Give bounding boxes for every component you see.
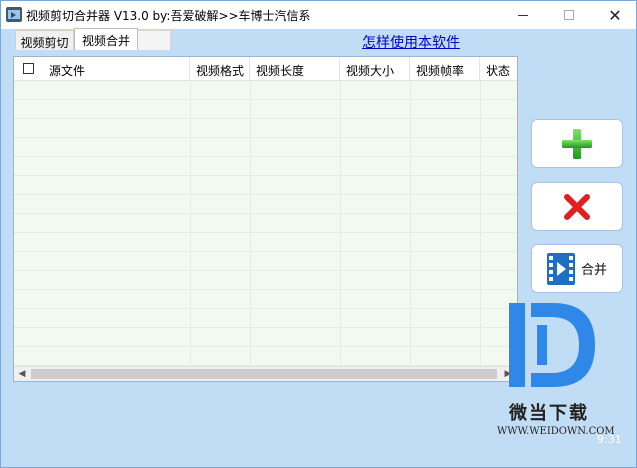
tab-video-cut[interactable]: 视频剪切 [15, 30, 74, 50]
maximize-button[interactable] [546, 1, 592, 29]
scroll-thumb[interactable] [31, 369, 497, 379]
minimize-button[interactable] [500, 1, 546, 29]
tab-strip-filler [138, 30, 171, 50]
close-button[interactable]: ✕ [592, 1, 637, 29]
film-icon [546, 252, 575, 285]
list-body[interactable] [14, 81, 517, 366]
column-header-format[interactable]: 视频格式 [190, 57, 250, 81]
scroll-left-icon[interactable]: ◀ [14, 367, 30, 381]
watermark-name: 微当下载 [509, 403, 589, 424]
watermark-corner-text: 9:31 [597, 433, 622, 446]
app-logo-icon [6, 7, 22, 22]
column-label-source: 源文件 [49, 64, 86, 78]
remove-files-button[interactable] [531, 182, 623, 231]
column-header-length[interactable]: 视频长度 [250, 57, 340, 81]
plus-icon [562, 128, 592, 159]
column-header-source[interactable]: 源文件 [14, 57, 190, 81]
maximize-icon [564, 10, 574, 20]
title-bar: 视频剪切合并器 V13.0 by:吾爱破解>>车博士汽信系 ✕ [1, 1, 636, 29]
list-header: 源文件 视频格式 视频长度 视频大小 视频帧率 状态 [14, 57, 517, 81]
close-icon: ✕ [608, 5, 622, 25]
minimize-icon [518, 14, 528, 16]
add-files-button[interactable] [531, 119, 623, 168]
column-header-framerate[interactable]: 视频帧率 [410, 57, 480, 81]
tab-video-merge[interactable]: 视频合并 [74, 28, 138, 50]
window-title: 视频剪切合并器 V13.0 by:吾爱破解>>车博士汽信系 [26, 9, 311, 23]
merge-button-label: 合并 [580, 263, 607, 278]
column-header-status[interactable]: 状态 [480, 57, 517, 81]
red-x-icon [564, 193, 590, 220]
file-list: 源文件 视频格式 视频长度 视频大小 视频帧率 状态 ◀ ▶ [13, 56, 518, 382]
select-all-checkbox[interactable] [23, 63, 34, 74]
app-window: 视频剪切合并器 V13.0 by:吾爱破解>>车博士汽信系 ✕ 视频剪切 视频合… [0, 0, 637, 468]
merge-button[interactable]: 合并 [531, 244, 623, 293]
horizontal-scrollbar[interactable]: ◀ ▶ [14, 366, 517, 381]
column-header-size[interactable]: 视频大小 [340, 57, 410, 81]
help-link[interactable]: 怎样使用本软件 [362, 32, 460, 52]
